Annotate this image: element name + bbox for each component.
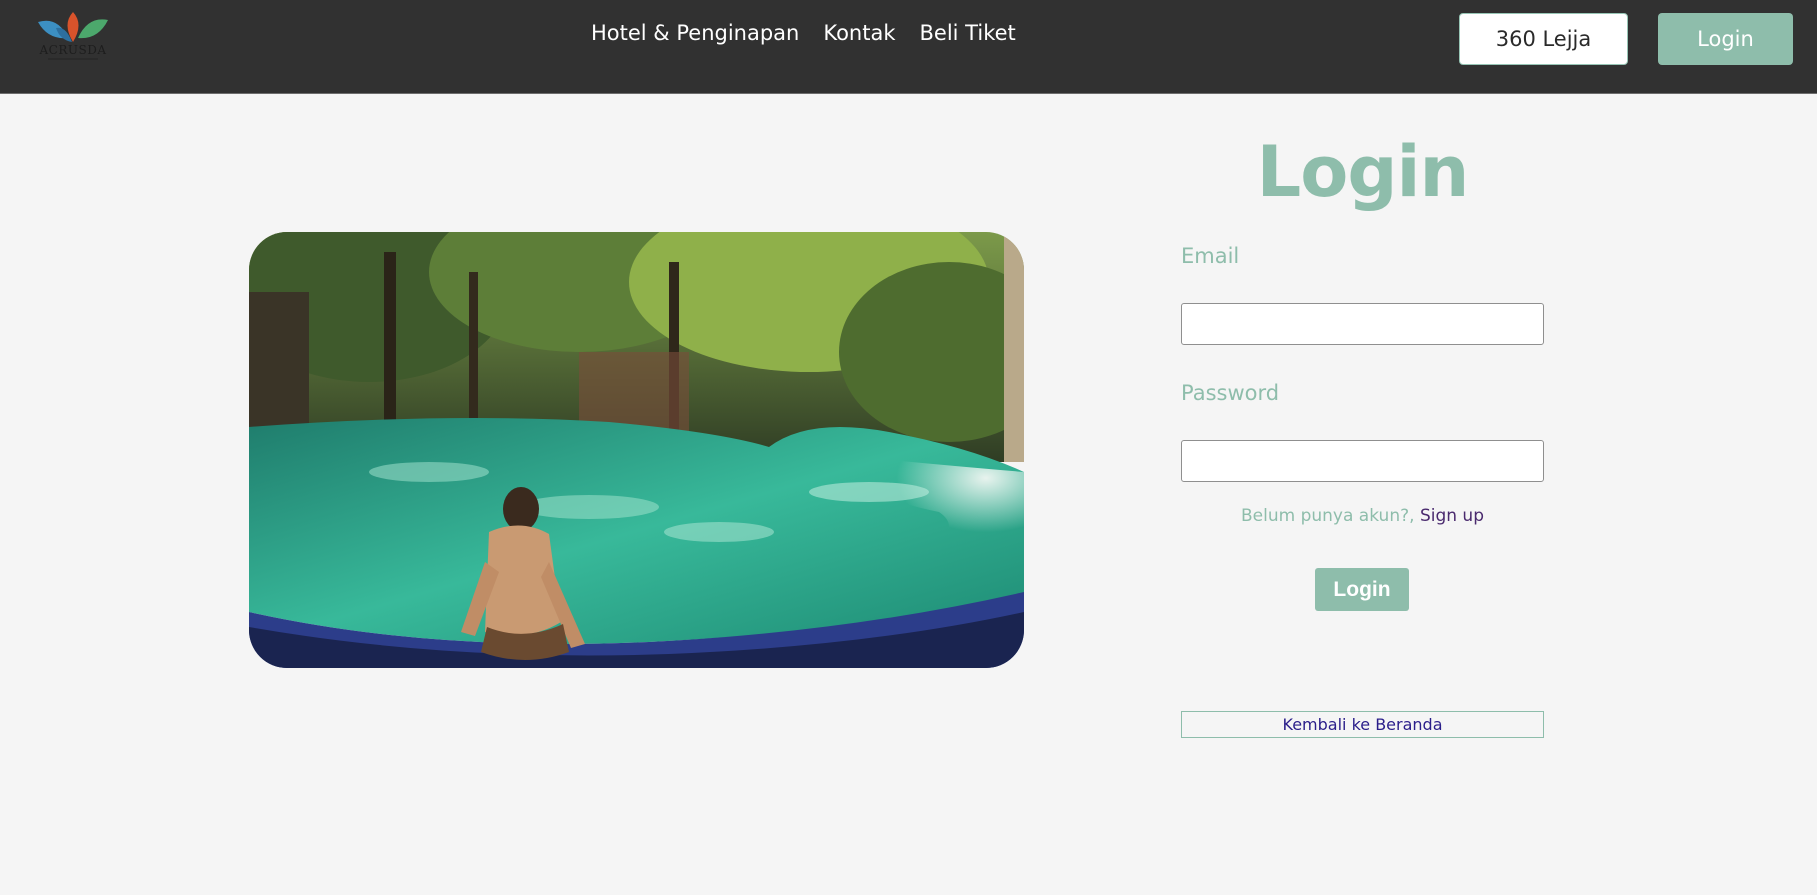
signup-prompt-line: Belum punya akun?, Sign up bbox=[1181, 505, 1544, 527]
nav-link-hotel[interactable]: Hotel & Penginapan bbox=[591, 20, 799, 46]
email-field[interactable] bbox=[1181, 303, 1544, 345]
signup-link[interactable]: Sign up bbox=[1420, 506, 1484, 526]
password-label: Password bbox=[1181, 381, 1280, 405]
nav-link-beli-tiket[interactable]: Beli Tiket bbox=[920, 20, 1016, 46]
nav-link-kontak[interactable]: Kontak bbox=[823, 20, 895, 46]
back-to-home-link[interactable]: Kembali ke Beranda bbox=[1181, 711, 1544, 738]
top-navigation-bar: ACRUSDA Hotel & Penginapan Kontak Beli T… bbox=[0, 0, 1817, 94]
brand-logo-underline bbox=[48, 58, 98, 60]
password-field[interactable] bbox=[1181, 440, 1544, 482]
brand-logo[interactable]: ACRUSDA bbox=[34, 8, 112, 66]
email-label: Email bbox=[1181, 244, 1240, 268]
header-login-button[interactable]: Login bbox=[1658, 13, 1793, 65]
main-nav: Hotel & Penginapan Kontak Beli Tiket bbox=[591, 20, 1016, 46]
login-title: Login bbox=[1256, 131, 1470, 213]
login-submit-button[interactable]: Login bbox=[1315, 568, 1409, 611]
signup-prompt-text: Belum punya akun?, bbox=[1241, 506, 1415, 526]
lotus-icon bbox=[38, 12, 108, 42]
virtual-tour-button[interactable]: 360 Lejja bbox=[1459, 13, 1628, 65]
brand-logo-text: ACRUSDA bbox=[39, 43, 107, 57]
pool-photo bbox=[249, 232, 1024, 668]
